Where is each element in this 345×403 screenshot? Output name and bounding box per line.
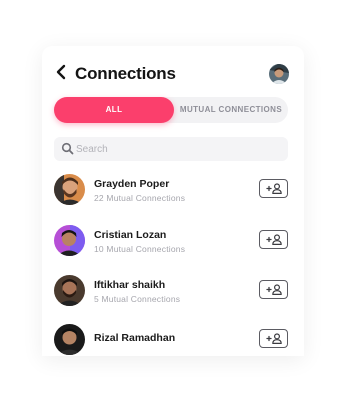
- add-user-icon: [266, 284, 282, 295]
- profile-avatar[interactable]: [269, 64, 289, 84]
- contact-name: Iftikhar shaikh: [94, 279, 166, 291]
- add-connection-button[interactable]: [259, 280, 288, 299]
- list-item[interactable]: Iftikhar shaikh 5 Mutual Connections: [42, 271, 304, 311]
- contact-name: Cristian Lozan: [94, 229, 167, 241]
- add-connection-button[interactable]: [259, 329, 288, 348]
- add-user-icon: [266, 234, 282, 245]
- tab-mutual-connections[interactable]: MUTUAL CONNECTIONS: [174, 97, 288, 123]
- list-item[interactable]: Rizal Ramadhan: [42, 320, 304, 356]
- add-user-icon: [266, 183, 282, 194]
- search-icon: [61, 142, 74, 155]
- page-title: Connections: [75, 64, 176, 83]
- tab-all[interactable]: ALL: [54, 97, 174, 123]
- list-item[interactable]: Grayden Poper 22 Mutual Connections: [42, 170, 304, 210]
- mutual-connections-count: 10 Mutual Connections: [94, 244, 186, 254]
- connection-tabs: ALL MUTUAL CONNECTIONS: [54, 97, 288, 123]
- search-input[interactable]: [76, 139, 276, 159]
- add-connection-button[interactable]: [259, 230, 288, 249]
- back-icon[interactable]: [54, 63, 68, 81]
- contact-name: Rizal Ramadhan: [94, 332, 176, 344]
- avatar: [54, 275, 85, 306]
- avatar: [54, 174, 85, 205]
- mutual-connections-count: 22 Mutual Connections: [94, 193, 186, 203]
- add-connection-button[interactable]: [259, 179, 288, 198]
- list-item[interactable]: Cristian Lozan 10 Mutual Connections: [42, 221, 304, 261]
- search-bar: [54, 137, 288, 161]
- avatar: [54, 225, 85, 256]
- header: Connections: [42, 46, 304, 102]
- avatar: [54, 324, 85, 355]
- add-user-icon: [266, 333, 282, 344]
- contact-name: Grayden Poper: [94, 178, 170, 190]
- mutual-connections-count: 5 Mutual Connections: [94, 294, 181, 304]
- connections-card: Connections ALL MUTUAL CONNECTIONS Searc…: [42, 46, 304, 356]
